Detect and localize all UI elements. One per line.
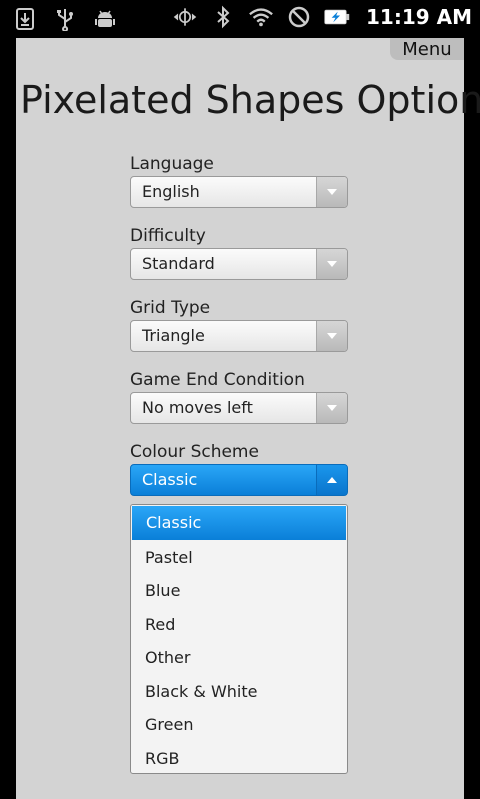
grid-type-value: Triangle (142, 326, 205, 345)
game-end-field: Game End Condition No moves left (130, 368, 350, 424)
grid-type-field: Grid Type Triangle (130, 296, 350, 352)
chevron-down-icon (316, 177, 347, 207)
colour-scheme-dropdown: Classic Pastel Blue Red Other Black & Wh… (130, 504, 348, 774)
menu-button[interactable]: Menu (390, 38, 464, 60)
game-end-value: No moves left (142, 398, 253, 417)
status-left-icons (12, 6, 118, 32)
game-end-label: Game End Condition (130, 370, 305, 390)
colour-scheme-field: Colour Scheme Classic (130, 440, 350, 496)
grid-type-label: Grid Type (130, 298, 211, 318)
language-field: Language English (130, 152, 350, 208)
difficulty-field: Difficulty Standard (130, 224, 350, 280)
download-icon (12, 6, 38, 32)
android-debug-icon (92, 6, 118, 32)
dropdown-option[interactable]: RGB (131, 742, 347, 776)
language-value: English (142, 182, 200, 201)
language-label: Language (130, 154, 214, 174)
colour-scheme-spinner[interactable]: Classic (130, 464, 348, 496)
no-signal-icon (286, 4, 312, 30)
usb-icon (52, 6, 78, 32)
difficulty-spinner[interactable]: Standard (130, 248, 348, 280)
page-title: Pixelated Shapes Options (20, 78, 480, 122)
dropdown-option[interactable]: Green (131, 708, 347, 742)
chevron-down-icon (316, 393, 347, 423)
options-screen: Menu Pixelated Shapes Options Language E… (16, 38, 480, 799)
dropdown-option[interactable]: Other (131, 641, 347, 675)
chevron-up-icon (316, 465, 347, 495)
grid-type-spinner[interactable]: Triangle (130, 320, 348, 352)
difficulty-value: Standard (142, 254, 215, 273)
dropdown-option[interactable]: Classic (132, 506, 346, 540)
options-form: Language English Difficulty Standard Gri… (130, 152, 350, 512)
clock-time: 11:19 AM (365, 5, 472, 29)
colour-scheme-label: Colour Scheme (130, 442, 259, 462)
wifi-icon (248, 4, 274, 30)
bluetooth-icon (210, 4, 236, 30)
game-end-spinner[interactable]: No moves left (130, 392, 348, 424)
difficulty-label: Difficulty (130, 226, 206, 246)
chevron-down-icon (316, 321, 347, 351)
dropdown-option[interactable]: Blue (131, 574, 347, 608)
colour-scheme-value: Classic (142, 470, 198, 489)
chevron-down-icon (316, 249, 347, 279)
status-bar: 11:19 AM (0, 0, 480, 38)
language-spinner[interactable]: English (130, 176, 348, 208)
battery-charging-icon (324, 4, 350, 30)
dropdown-option[interactable]: Red (131, 608, 347, 642)
data-sync-icon (172, 4, 198, 30)
dropdown-option[interactable]: Black & White (131, 675, 347, 709)
status-right-icons: 11:19 AM (172, 4, 472, 30)
dropdown-option[interactable]: Pastel (131, 541, 347, 575)
